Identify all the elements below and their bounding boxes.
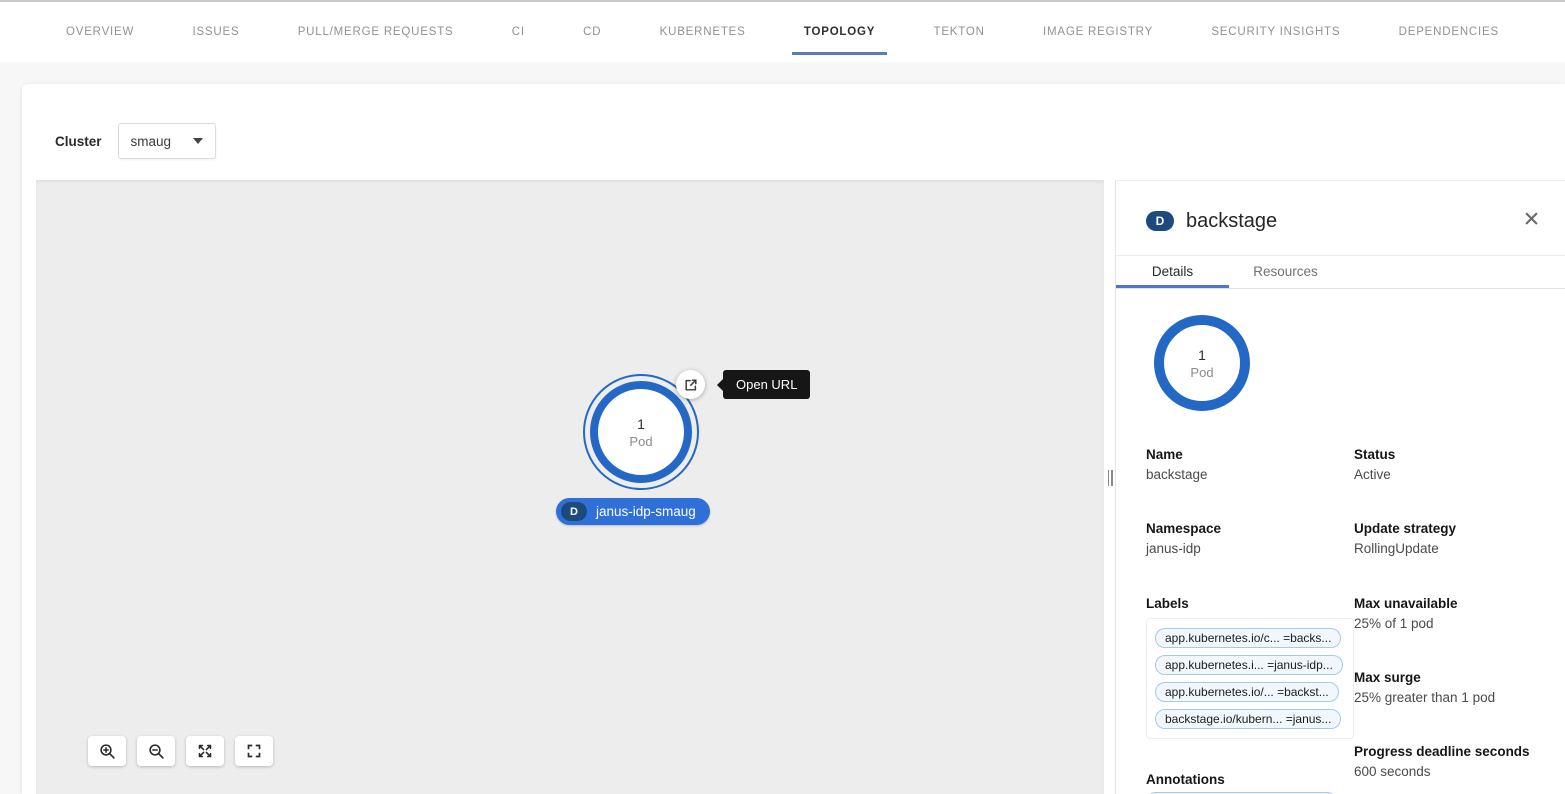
open-url-tooltip: Open URL	[723, 370, 810, 399]
panel-tab-bar: Details Resources	[1116, 256, 1565, 289]
field-label: Labels	[1146, 596, 1354, 611]
field-value: RollingUpdate	[1354, 541, 1541, 556]
details-left-column: Name backstage Namespace janus-idp Label…	[1146, 447, 1354, 794]
zoom-in-icon	[99, 743, 116, 760]
field-value: backstage	[1146, 467, 1354, 482]
cluster-label: Cluster	[55, 134, 102, 149]
pod-count: 1	[637, 416, 645, 432]
field-label: Max unavailable	[1354, 596, 1541, 611]
topology-canvas[interactable]: 1 Pod Open URL D janus-idp-smaug	[36, 180, 1104, 794]
details-right-column: Status Active Update strategy RollingUpd…	[1354, 447, 1541, 794]
field-progress-deadline-seconds: Progress deadline seconds 600 seconds	[1354, 744, 1541, 779]
panel-body: 1 Pod Name backstage Namespace janus-idp…	[1116, 289, 1565, 794]
tab-kubernetes[interactable]: KUBERNETES	[642, 2, 764, 62]
zoom-out-icon	[148, 743, 165, 760]
field-label: Max surge	[1354, 670, 1541, 685]
panel-tab-details[interactable]: Details	[1116, 256, 1229, 288]
tab-pull-merge-requests[interactable]: PULL/MERGE REQUESTS	[280, 2, 472, 62]
field-status: Status Active	[1354, 447, 1541, 482]
pod-unit-label: Pod	[1190, 365, 1213, 380]
canvas-controls	[88, 736, 273, 766]
fullscreen-icon	[246, 743, 262, 759]
tab-image-registry[interactable]: IMAGE REGISTRY	[1025, 2, 1171, 62]
pod-count: 1	[1198, 347, 1206, 363]
zoom-in-button[interactable]	[88, 736, 126, 766]
field-name: Name backstage	[1146, 447, 1354, 482]
tab-tekton[interactable]: TEKTON	[916, 2, 1003, 62]
field-label: Annotations	[1146, 772, 1354, 787]
expand-arrows-icon	[197, 743, 213, 759]
external-link-icon	[684, 378, 698, 392]
label-chip: app.kubernetes.io/c... =backs...	[1155, 628, 1341, 648]
field-label: Status	[1354, 447, 1541, 462]
field-label: Progress deadline seconds	[1354, 744, 1541, 759]
pod-unit-label: Pod	[629, 434, 652, 449]
panel-title: backstage	[1186, 210, 1277, 233]
fullscreen-button[interactable]	[235, 736, 273, 766]
tab-issues[interactable]: ISSUES	[174, 2, 257, 62]
deployment-badge: D	[1146, 211, 1174, 231]
details-fields: Name backstage Namespace janus-idp Label…	[1146, 447, 1541, 794]
field-update-strategy: Update strategy RollingUpdate	[1354, 521, 1541, 556]
deployment-badge: D	[561, 502, 587, 521]
field-annotations: Annotations deployment.kubernetes.io... …	[1146, 772, 1354, 794]
label-chip: backstage.io/kubern... =janus...	[1155, 709, 1341, 729]
field-value: 25% of 1 pod	[1354, 616, 1541, 631]
panel-header: D backstage	[1116, 181, 1565, 256]
tab-cd[interactable]: CD	[565, 2, 619, 62]
pod-donut: 1 Pod	[590, 381, 692, 483]
node-label-text: janus-idp-smaug	[596, 504, 696, 519]
tab-overview[interactable]: OVERVIEW	[48, 2, 152, 62]
field-label: Update strategy	[1354, 521, 1541, 536]
field-label: Name	[1146, 447, 1354, 462]
tab-ci[interactable]: CI	[494, 2, 543, 62]
field-value: janus-idp	[1146, 541, 1354, 556]
cluster-dropdown-value: smaug	[131, 134, 172, 149]
zoom-out-button[interactable]	[137, 736, 175, 766]
panel-resize-handle[interactable]	[1106, 470, 1114, 486]
pod-status-donut: 1 Pod	[1154, 315, 1250, 411]
field-labels: Labels app.kubernetes.io/c... =backs... …	[1146, 596, 1354, 744]
label-chip: app.kubernetes.i... =janus-idp...	[1155, 655, 1343, 675]
field-value: Active	[1354, 467, 1541, 482]
label-chip: app.kubernetes.io/... =backst...	[1155, 682, 1339, 702]
field-max-surge: Max surge 25% greater than 1 pod	[1354, 670, 1541, 705]
fit-to-screen-button[interactable]	[186, 736, 224, 766]
cluster-selector-row: Cluster smaug	[55, 123, 216, 159]
details-side-panel: D backstage Details Resources 1 Pod	[1115, 180, 1565, 794]
tab-dependencies[interactable]: DEPENDENCIES	[1381, 2, 1517, 62]
chevron-down-icon	[193, 138, 203, 144]
close-icon	[1524, 211, 1539, 226]
field-namespace: Namespace janus-idp	[1146, 521, 1354, 556]
entity-tab-bar: OVERVIEW ISSUES PULL/MERGE REQUESTS CI C…	[0, 2, 1565, 62]
field-label: Namespace	[1146, 521, 1354, 536]
cluster-dropdown[interactable]: smaug	[118, 123, 216, 159]
panel-tab-resources[interactable]: Resources	[1229, 256, 1342, 288]
field-value: 25% greater than 1 pod	[1354, 690, 1541, 705]
open-url-button[interactable]	[676, 370, 705, 399]
tab-security-insights[interactable]: SECURITY INSIGHTS	[1193, 2, 1358, 62]
field-max-unavailable: Max unavailable 25% of 1 pod	[1354, 596, 1541, 631]
node-label[interactable]: D janus-idp-smaug	[556, 498, 710, 525]
tab-topology[interactable]: TOPOLOGY	[786, 2, 893, 62]
close-panel-button[interactable]	[1524, 211, 1539, 226]
labels-chip-list: app.kubernetes.io/c... =backs... app.kub…	[1146, 618, 1354, 739]
topology-card: Cluster smaug 1 Pod Open URL D	[22, 84, 1565, 794]
field-value: 600 seconds	[1354, 764, 1541, 779]
